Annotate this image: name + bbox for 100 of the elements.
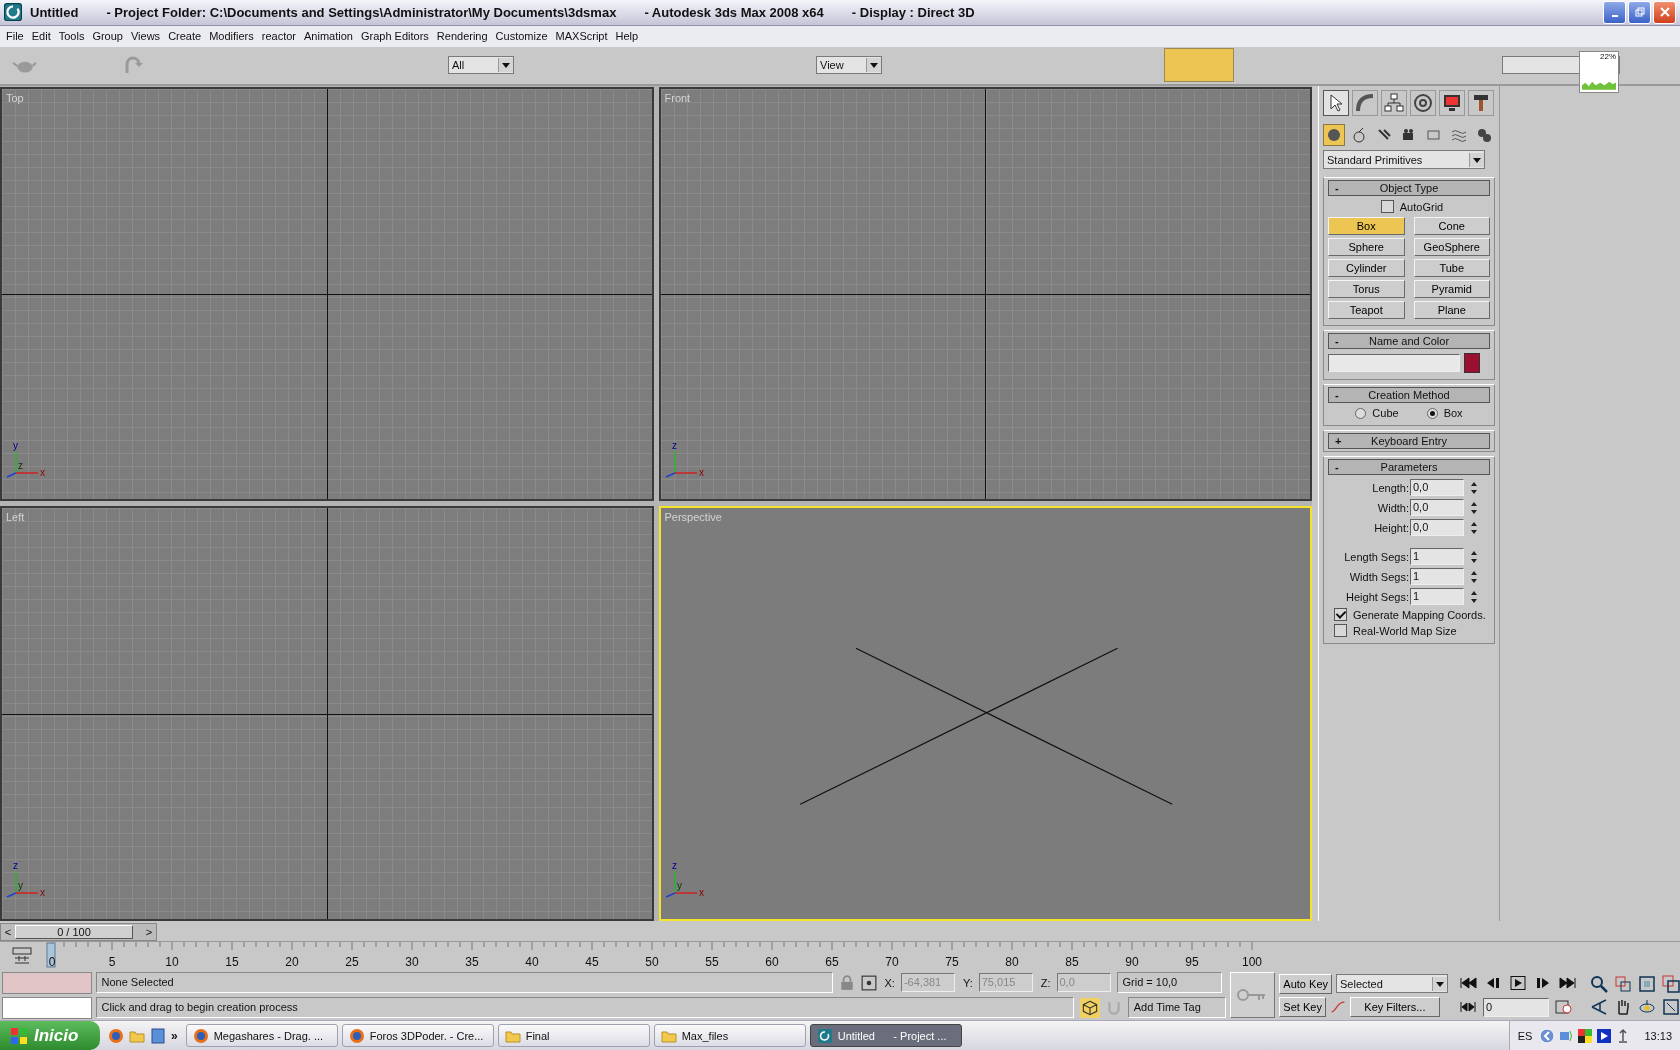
browser-icon[interactable] (108, 1027, 124, 1044)
primitive-type-dropdown[interactable]: Standard Primitives (1323, 150, 1485, 170)
spinner-field[interactable]: 1 (1410, 548, 1464, 566)
set-keys-button[interactable] (1229, 972, 1276, 1019)
auto-key-button[interactable]: Auto Key (1279, 973, 1332, 994)
time-slider-track[interactable]: < 0 / 100 > (0, 922, 157, 941)
checkbox[interactable] (1334, 608, 1347, 622)
track-bar-toggle-icon[interactable] (12, 947, 32, 965)
primitive-button[interactable]: Teapot (1328, 301, 1405, 320)
menu-item[interactable]: Modifiers (207, 30, 260, 43)
document-icon[interactable] (150, 1027, 166, 1044)
maxscript-input-field[interactable] (2, 996, 92, 1019)
time-slider-thumb[interactable]: 0 / 100 (15, 924, 133, 939)
quick-launch-more-button[interactable]: » (171, 1028, 178, 1043)
restore-button[interactable] (1628, 0, 1651, 24)
taskbar-button[interactable]: Megashares - Drag. ... (185, 1024, 338, 1047)
menu-item[interactable]: Create (166, 30, 208, 43)
primitive-button[interactable]: Pyramid (1413, 280, 1490, 299)
add-time-tag-button[interactable]: Add Time Tag (1127, 997, 1226, 1019)
timeline-ruler[interactable]: 0 5 10 15 20 25 30 35 40 45 50 55 60 65 70 75 80 85 90 95 100 (46, 942, 1306, 970)
spinner-field[interactable]: 1 (1410, 568, 1464, 586)
key-mode-toggle-icon[interactable] (1458, 1000, 1478, 1015)
play-square-icon[interactable] (1596, 1027, 1613, 1044)
key-filters-button[interactable]: Key Filters... (1349, 996, 1440, 1017)
rollout-header[interactable]: - Creation Method (1328, 387, 1490, 404)
taskbar-button[interactable]: Foros 3DPoder. - Cre... (341, 1024, 494, 1047)
menu-item[interactable]: Rendering (434, 30, 494, 43)
menu-item[interactable]: File (4, 30, 30, 43)
zoom-extents-icon[interactable] (1638, 974, 1656, 993)
primitive-button[interactable]: GeoSphere (1413, 238, 1490, 257)
restore-icon (1634, 7, 1645, 18)
checkbox-label: AutoGrid (1399, 200, 1444, 213)
rollout-header[interactable]: - Parameters (1328, 459, 1490, 476)
color-swatch[interactable] (1464, 353, 1480, 374)
viewport[interactable]: Top y x z (0, 87, 654, 502)
menu-item[interactable]: Graph Editors (358, 30, 435, 43)
selection-filter-dropdown[interactable]: All (448, 56, 514, 75)
menu-item[interactable]: Views (128, 30, 167, 43)
spinner-field[interactable]: 0,0 (1410, 519, 1464, 537)
rollout-header[interactable]: + Keyboard Entry (1328, 433, 1490, 450)
primitive-button[interactable]: Cone (1413, 217, 1490, 236)
menu-item[interactable]: Customize (493, 30, 554, 43)
key-mode-dropdown[interactable]: Selected (1336, 974, 1448, 994)
primitive-button[interactable]: Cylinder (1328, 259, 1405, 278)
primitive-button[interactable]: Plane (1413, 301, 1490, 320)
taskbar-button[interactable]: Untitled - Project ... (809, 1024, 962, 1047)
current-frame-field[interactable]: 0 (1483, 997, 1549, 1017)
menu-item[interactable]: Animation (302, 30, 359, 43)
absolute-mode-icon[interactable] (860, 974, 877, 991)
monitor-icon[interactable] (1439, 90, 1465, 117)
language-indicator[interactable]: ES (1517, 1029, 1533, 1042)
viewport[interactable]: Front z x (658, 87, 1312, 502)
maxscript-listener-field[interactable] (2, 971, 92, 994)
hierarchy-icon[interactable] (1381, 90, 1407, 117)
chevron-left-icon[interactable] (1539, 1027, 1556, 1044)
scroll-right-button[interactable]: > (142, 925, 156, 938)
menu-item[interactable]: MAXScript (553, 30, 614, 43)
spinner-field[interactable]: 0,0 (1410, 499, 1464, 517)
menu-item[interactable]: Edit (29, 30, 57, 43)
viewport[interactable]: Left z x y (0, 506, 654, 921)
minimize-button[interactable] (1603, 0, 1626, 24)
go-to-start-icon[interactable] (1458, 976, 1478, 991)
zoom-all-icon[interactable] (1614, 974, 1632, 993)
radio-button[interactable] (1426, 407, 1438, 419)
field-of-view-icon[interactable] (1590, 997, 1608, 1016)
orbit-icon[interactable] (1638, 997, 1656, 1016)
zoom-icon[interactable] (1590, 974, 1608, 993)
primitive-button[interactable]: Tube (1413, 259, 1490, 278)
primitive-button[interactable]: Sphere (1328, 238, 1405, 257)
rollout-header[interactable]: - Name and Color (1328, 333, 1490, 350)
color-squares-icon[interactable] (1577, 1027, 1594, 1044)
cube-icon[interactable] (1079, 997, 1100, 1018)
radio-button[interactable] (1355, 407, 1367, 419)
go-to-end-icon[interactable] (1558, 976, 1578, 991)
parameter-label: Width: (1377, 501, 1409, 514)
zoom-extents-all-icon[interactable] (1662, 974, 1680, 993)
taskbar-button[interactable]: Final (497, 1024, 650, 1047)
spinner-field[interactable]: 0,0 (1410, 479, 1464, 497)
name-field[interactable] (1328, 354, 1460, 373)
menu-item[interactable]: Group (90, 30, 129, 43)
spinner-field[interactable]: 1 (1410, 588, 1464, 606)
taskbar-button[interactable]: Max_files (653, 1024, 806, 1047)
menu-item[interactable]: Help (613, 30, 645, 43)
hammer-icon[interactable] (1468, 90, 1494, 117)
reference-coordinate-dropdown[interactable]: View (816, 56, 882, 75)
menu-item[interactable]: Tools (56, 30, 91, 43)
set-key-button[interactable]: Set Key (1279, 996, 1326, 1017)
menu-item[interactable]: reactor (259, 30, 303, 43)
checkbox[interactable] (1380, 200, 1394, 214)
viewport[interactable]: Perspective z x y (658, 506, 1312, 921)
maximize-viewport-icon[interactable] (1662, 997, 1680, 1016)
rollout-header[interactable]: - Object Type (1328, 180, 1490, 197)
play-icon[interactable] (1508, 976, 1528, 991)
close-button[interactable] (1653, 0, 1676, 24)
time-configuration-icon[interactable] (1554, 1000, 1574, 1015)
scroll-left-button[interactable]: < (1, 925, 15, 938)
primitive-button[interactable]: Torus (1328, 280, 1405, 299)
primitive-button[interactable]: Box (1328, 217, 1405, 236)
checkbox[interactable] (1334, 624, 1347, 638)
key-icon (1237, 988, 1268, 1003)
